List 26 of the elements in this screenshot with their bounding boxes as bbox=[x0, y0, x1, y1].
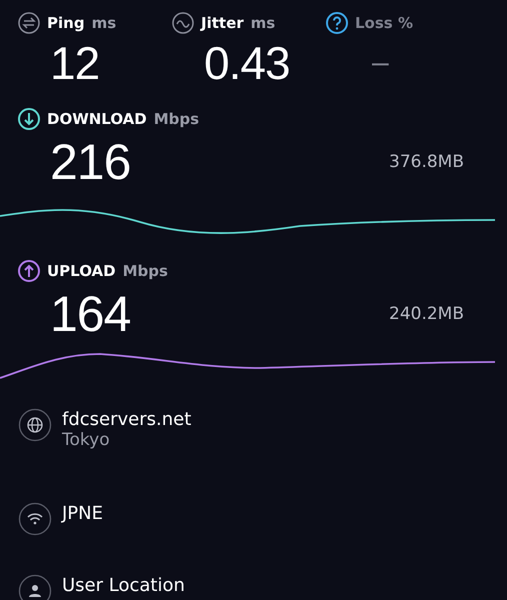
globe-icon bbox=[18, 408, 52, 442]
person-icon bbox=[18, 574, 52, 600]
wifi-icon bbox=[18, 502, 52, 536]
metric-label: Jitter bbox=[201, 14, 244, 32]
speed-value: 164 bbox=[50, 285, 130, 344]
unit-label: Mbps bbox=[154, 110, 200, 128]
metric-value: – bbox=[372, 45, 388, 81]
transfer-label: DOWNLOAD bbox=[47, 110, 147, 128]
info-title: fdcservers.net bbox=[62, 409, 192, 430]
unit-label: ms bbox=[250, 14, 276, 32]
info-title: User Location bbox=[62, 575, 185, 596]
transfer-label: UPLOAD bbox=[47, 262, 116, 280]
metric-label: Loss % bbox=[355, 14, 413, 32]
info-title: JPNE bbox=[62, 503, 104, 524]
arrows-icon bbox=[18, 12, 40, 34]
metric-value: 12 bbox=[50, 36, 100, 90]
info-subtitle: Tokyo bbox=[62, 430, 111, 450]
data-size: 376.8MB bbox=[389, 152, 464, 172]
metric-value: 0.43 bbox=[204, 36, 290, 90]
help-icon[interactable] bbox=[326, 12, 348, 34]
unit-label: ms bbox=[92, 14, 116, 32]
wave-icon bbox=[172, 12, 194, 34]
data-size: 240.2MB bbox=[389, 304, 464, 324]
speed-value: 216 bbox=[50, 133, 130, 192]
metric-label: Ping bbox=[47, 14, 85, 32]
unit-label: Mbps bbox=[122, 262, 168, 280]
